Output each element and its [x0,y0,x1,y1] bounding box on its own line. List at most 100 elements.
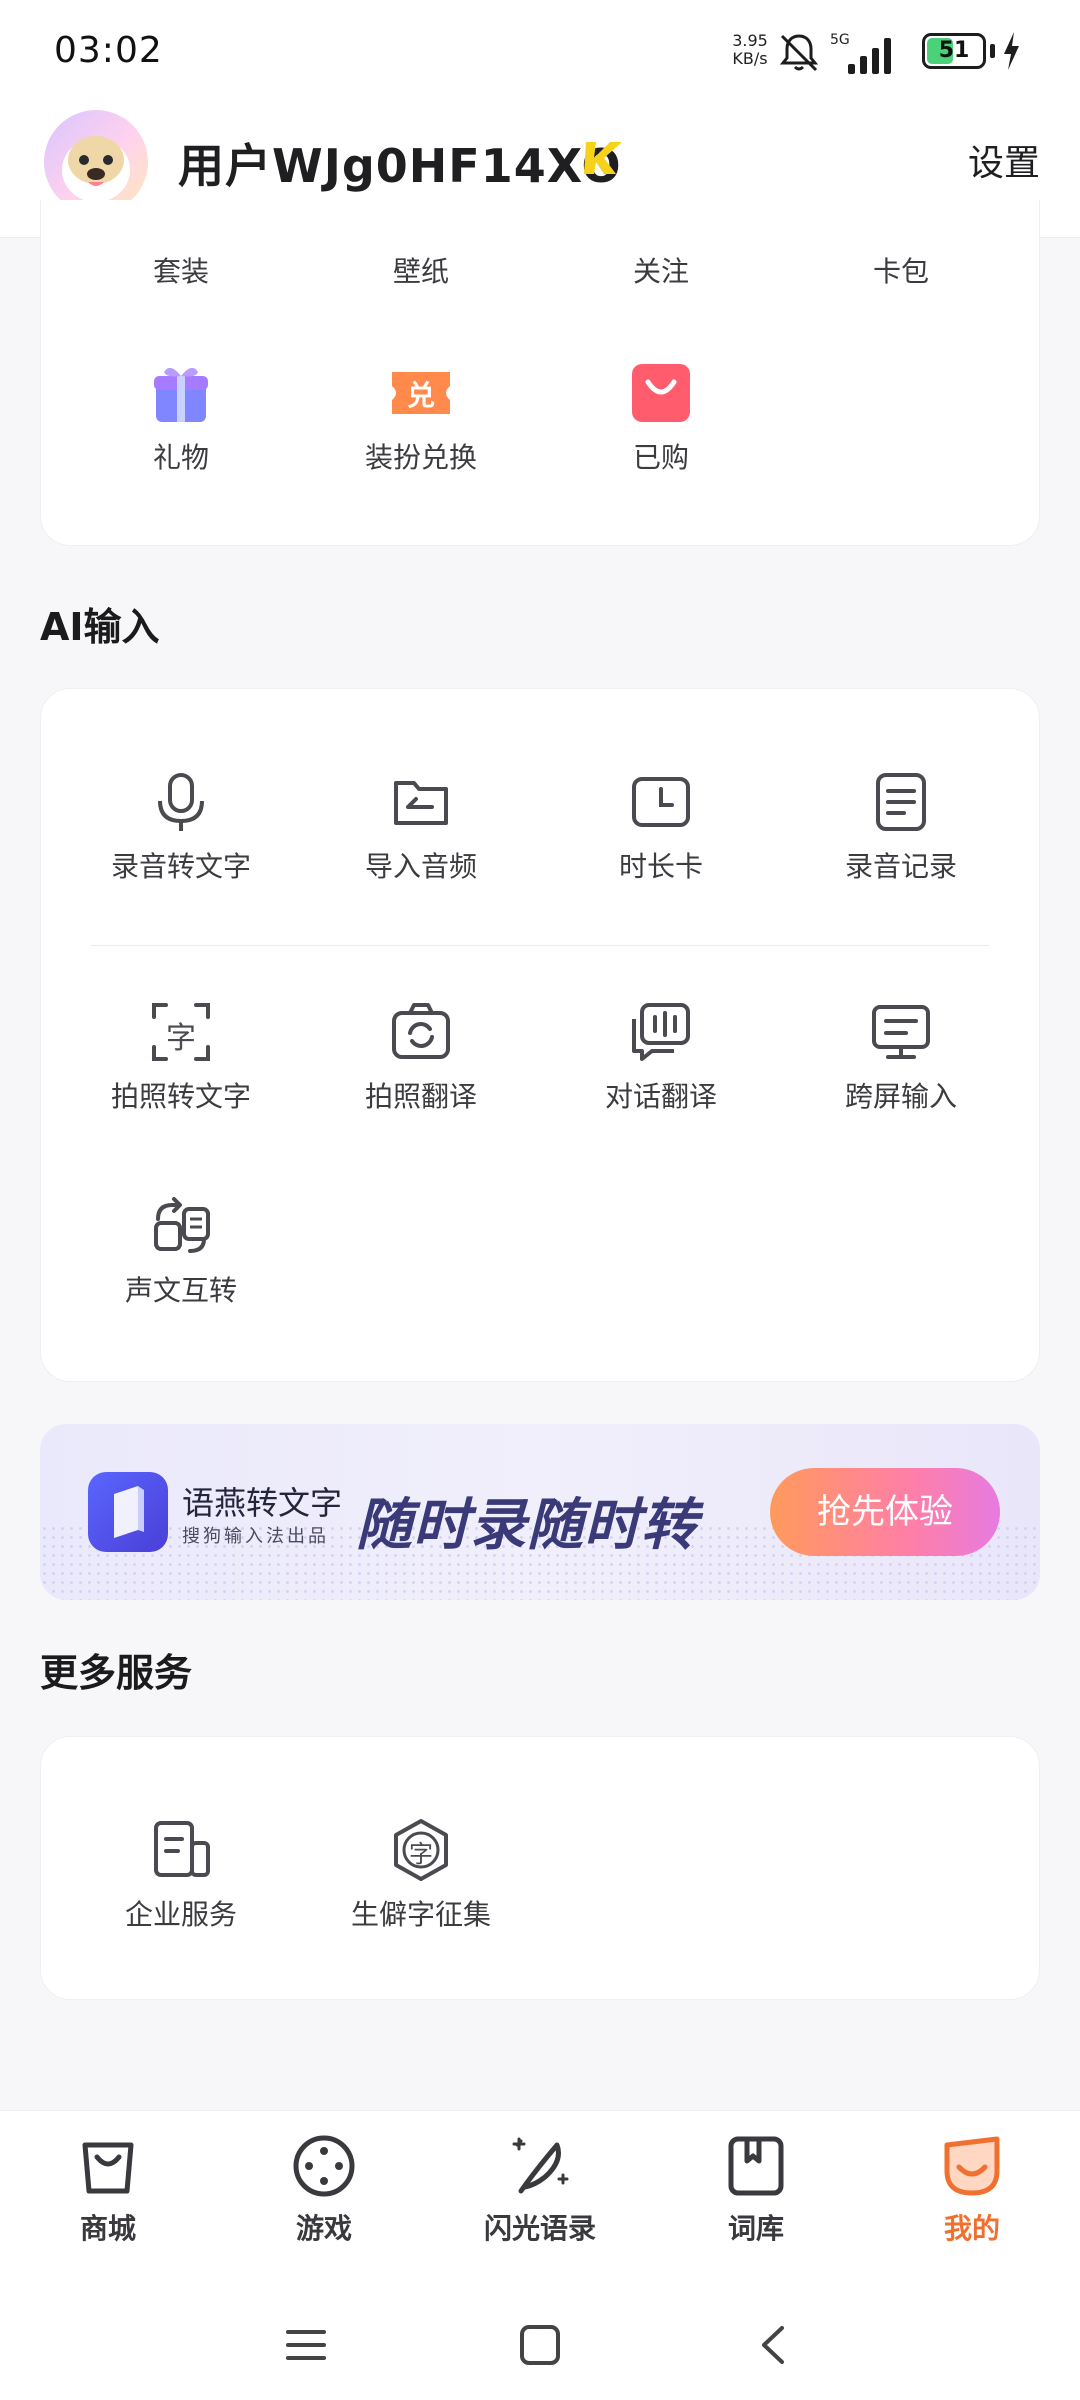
menu-item-label: 套装 [152,255,209,288]
clock-card-icon [632,777,690,827]
signal-icon: 5G [830,32,906,76]
purchased-bag-icon [632,364,690,422]
page: 03:02 3.95 KB/s 5G 51 用户WJg0HF14XO 设置 套装… [0,0,1080,2400]
bell-mute-icon [779,34,819,72]
ai-item-label: 对话翻译 [604,1080,717,1113]
ai-item-label: 导入音频 [364,850,477,883]
menu-item-wallpaper[interactable]: 壁纸 [301,250,541,290]
ai-item-label: 时长卡 [618,850,703,883]
menu-item-gift[interactable]: 礼物 [61,360,301,476]
microphone-icon [158,773,204,831]
nav-label: 商城 [79,2212,136,2245]
menu-item-label: 已购 [632,441,689,474]
back-icon[interactable] [746,2320,802,2370]
ai-item-label: 拍照翻译 [364,1080,477,1113]
redeem-glyph: 兑 [406,379,435,412]
menu-item-label: 装扮兑换 [364,441,477,474]
battery-cap [990,44,995,58]
folder-import-icon [394,781,448,825]
record-list-icon [876,773,926,831]
nav-item-dictionary[interactable]: 词库 [676,2131,836,2247]
net-speed: 3.95 KB/s [728,32,772,68]
menu-item-follow[interactable]: 关注 [541,250,781,290]
service-enterprise[interactable]: 企业服务 [61,1817,301,1933]
status-time: 03:02 [54,30,163,71]
status-bar: 03:02 3.95 KB/s 5G 51 [0,0,1080,100]
menu-item-label: 礼物 [152,441,209,474]
nav-label: 闪光语录 [483,2212,596,2245]
enterprise-icon [154,1821,210,1877]
ai-item-import-audio[interactable]: 导入音频 [301,769,541,885]
service-label: 企业服务 [124,1898,237,1931]
ai-item-label: 声文互转 [124,1274,237,1307]
section-title-ai: AI输入 [40,605,160,649]
section-title-more: 更多服务 [40,1651,193,1695]
nav-label: 我的 [943,2212,1000,2245]
nav-label: 词库 [727,2212,784,2245]
ai-item-photo-translate[interactable]: 拍照翻译 [301,999,541,1115]
net-speed-value: 3.95 [732,31,768,50]
avatar[interactable] [44,110,148,214]
vip-badge-icon[interactable] [580,134,626,180]
ai-item-cross-screen[interactable]: 跨屏输入 [781,999,1021,1115]
quill-icon [512,2137,569,2194]
ai-item-voice-text-convert[interactable]: 声文互转 [61,1193,301,1309]
menu-item-label: 关注 [632,255,689,288]
dictionary-icon [728,2136,784,2196]
nav-item-quotes[interactable]: 闪光语录 [460,2131,620,2247]
ai-item-photo-to-text[interactable]: 字 拍照转文字 [61,999,301,1115]
ai-item-record-to-text[interactable]: 录音转文字 [61,769,301,885]
divider [91,945,989,946]
nav-label: 游戏 [295,2212,352,2245]
menu-item-suit[interactable]: 套装 [61,250,301,290]
ai-item-duration-card[interactable]: 时长卡 [541,769,781,885]
banner-logo-icon [88,1472,168,1552]
banner-sub: 搜狗输入法出品 [182,1526,329,1547]
nav-item-mine[interactable]: 我的 [892,2131,1052,2247]
nav-item-shop[interactable]: 商城 [28,2131,188,2247]
ai-item-label: 跨屏输入 [844,1080,957,1113]
my-profile-icon [944,2136,1000,2196]
nav-item-game[interactable]: 游戏 [244,2131,404,2247]
dialog-translate-icon [632,1003,690,1061]
menu-icon[interactable] [278,2320,334,2370]
home-icon[interactable] [512,2320,568,2370]
menu-item-label: 卡包 [872,255,929,288]
promo-banner[interactable]: 语燕转文字 搜狗输入法出品 随时录随时转 抢先体验 [40,1424,1040,1600]
ai-item-record-history[interactable]: 录音记录 [781,769,1021,885]
system-nav-bar [0,2290,1080,2400]
menu-item-card-wallet[interactable]: 卡包 [781,250,1021,290]
service-label: 生僻字征集 [350,1898,491,1931]
feature-card: 套装 壁纸 关注 卡包 礼物 兑 装扮兑换 已购 [40,200,1040,546]
service-rare-char[interactable]: 字 生僻字征集 [301,1817,541,1933]
try-now-button[interactable]: 抢先体验 [770,1468,1000,1556]
game-icon [293,2135,355,2197]
ai-item-label: 录音转文字 [110,850,251,883]
rare-char-glyph: 字 [409,1840,433,1868]
net-speed-unit: KB/s [732,49,768,68]
charging-icon [1004,32,1019,70]
menu-item-label: 壁纸 [392,255,449,288]
menu-item-purchased[interactable]: 已购 [541,360,781,476]
voice-text-convert-icon [154,1197,210,1253]
photo-text-icon: 字 [148,999,214,1065]
settings-button[interactable]: 设置 [900,134,1040,186]
banner-slogan: 随时录随时转 [356,1493,698,1558]
battery-icon: 51 [922,33,986,69]
cross-screen-icon [872,1005,930,1059]
photo-text-glyph: 字 [166,1021,196,1056]
camera-translate-icon [392,1003,450,1059]
ai-item-dialog-translate[interactable]: 对话翻译 [541,999,781,1115]
shop-bag-icon [82,2142,134,2194]
bottom-nav: 商城 游戏 闪光语录 词库 我的 [0,2110,1080,2290]
banner-brand: 语燕转文字 [182,1484,343,1522]
battery-level: 51 [938,38,970,63]
gift-icon [154,367,208,422]
more-services-card: 企业服务 字 生僻字征集 [40,1736,1040,2000]
menu-item-redeem[interactable]: 兑 装扮兑换 [301,360,541,476]
ai-item-label: 拍照转文字 [110,1080,251,1113]
username[interactable]: 用户WJg0HF14XO [178,130,622,196]
rare-char-icon: 字 [388,1817,454,1883]
redeem-icon: 兑 [388,360,454,426]
ai-item-label: 录音记录 [844,850,957,883]
